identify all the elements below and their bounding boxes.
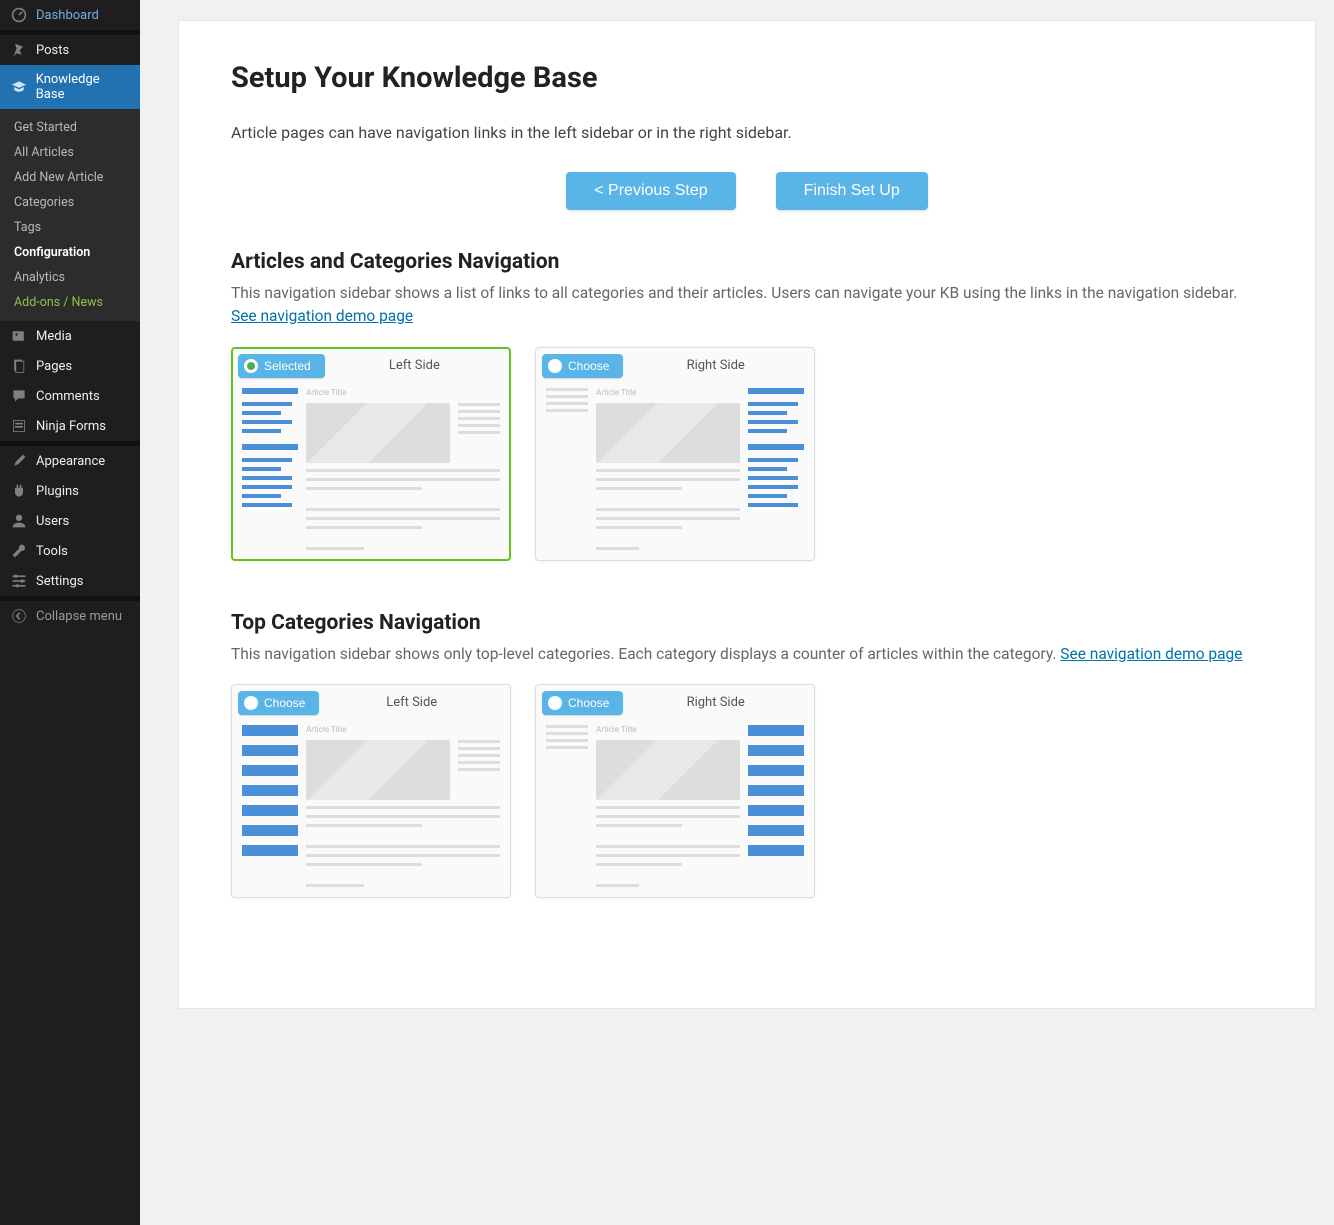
layout-preview: Article Title	[238, 721, 504, 891]
brush-icon	[10, 453, 28, 469]
subnav-get-started[interactable]: Get Started	[0, 115, 140, 140]
subnav-configuration[interactable]: Configuration	[0, 240, 140, 265]
comments-icon	[10, 388, 28, 404]
section1-desc: This navigation sidebar shows a list of …	[231, 282, 1263, 329]
subnav-tags[interactable]: Tags	[0, 215, 140, 240]
nav-ninja-forms[interactable]: Ninja Forms	[0, 411, 140, 441]
media-icon	[10, 328, 28, 344]
section2-title: Top Categories Navigation	[231, 611, 1263, 635]
layout-preview: Article Title	[542, 384, 808, 554]
main-content: Setup Your Knowledge Base Article pages …	[140, 0, 1334, 1225]
nav-pages[interactable]: Pages	[0, 351, 140, 381]
nav-knowledge-base[interactable]: Knowledge Base	[0, 65, 140, 109]
user-icon	[10, 513, 28, 529]
subnav-categories[interactable]: Categories	[0, 190, 140, 215]
dashboard-icon	[10, 7, 28, 23]
nav-media[interactable]: Media	[0, 321, 140, 351]
admin-sidebar: Dashboard Posts Knowledge Base Get Start…	[0, 0, 140, 1225]
select-button[interactable]: Selected	[238, 354, 325, 378]
sliders-icon	[10, 573, 28, 589]
option-label: Right Side	[623, 695, 808, 710]
nav-kb-submenu: Get Started All Articles Add New Article…	[0, 109, 140, 321]
layout-preview: Article Title	[238, 384, 504, 554]
page-intro: Article pages can have navigation links …	[231, 123, 1263, 142]
pin-icon	[10, 42, 28, 58]
previous-step-button[interactable]: < Previous Step	[566, 172, 735, 210]
nav-dashboard[interactable]: Dashboard	[0, 0, 140, 30]
plug-icon	[10, 483, 28, 499]
subnav-add-new[interactable]: Add New Article	[0, 165, 140, 190]
select-button[interactable]: Choose	[238, 691, 319, 715]
section2-desc: This navigation sidebar shows only top-l…	[231, 643, 1263, 666]
option-articles-left[interactable]: Selected Left Side Article Title	[231, 347, 511, 561]
finish-setup-button[interactable]: Finish Set Up	[776, 172, 928, 210]
radio-indicator	[548, 696, 562, 710]
option-label: Left Side	[319, 695, 504, 710]
option-articles-right[interactable]: Choose Right Side Article Title	[535, 347, 815, 561]
subnav-addons[interactable]: Add-ons / News	[0, 290, 140, 315]
option-label: Right Side	[623, 358, 808, 373]
layout-preview: Article Title	[542, 721, 808, 891]
nav-tools[interactable]: Tools	[0, 536, 140, 566]
nav-comments[interactable]: Comments	[0, 381, 140, 411]
nav-users[interactable]: Users	[0, 506, 140, 536]
radio-indicator	[244, 359, 258, 373]
subnav-analytics[interactable]: Analytics	[0, 265, 140, 290]
form-icon	[10, 418, 28, 434]
pages-icon	[10, 358, 28, 374]
subnav-all-articles[interactable]: All Articles	[0, 140, 140, 165]
select-button[interactable]: Choose	[542, 354, 623, 378]
option-label: Left Side	[325, 358, 504, 373]
page-title: Setup Your Knowledge Base	[231, 61, 1263, 95]
nav-collapse[interactable]: Collapse menu	[0, 601, 140, 631]
radio-indicator	[548, 359, 562, 373]
section1-title: Articles and Categories Navigation	[231, 250, 1263, 274]
collapse-icon	[10, 608, 28, 624]
wrench-icon	[10, 543, 28, 559]
nav-settings[interactable]: Settings	[0, 566, 140, 596]
select-button[interactable]: Choose	[542, 691, 623, 715]
nav-posts[interactable]: Posts	[0, 35, 140, 65]
graduation-cap-icon	[10, 79, 28, 95]
option-categories-right[interactable]: Choose Right Side Article Title	[535, 684, 815, 898]
nav-appearance[interactable]: Appearance	[0, 446, 140, 476]
section2-demo-link[interactable]: See navigation demo page	[1060, 645, 1242, 663]
option-categories-left[interactable]: Choose Left Side Article Title	[231, 684, 511, 898]
nav-plugins[interactable]: Plugins	[0, 476, 140, 506]
radio-indicator	[244, 696, 258, 710]
section1-demo-link[interactable]: See navigation demo page	[231, 307, 413, 325]
